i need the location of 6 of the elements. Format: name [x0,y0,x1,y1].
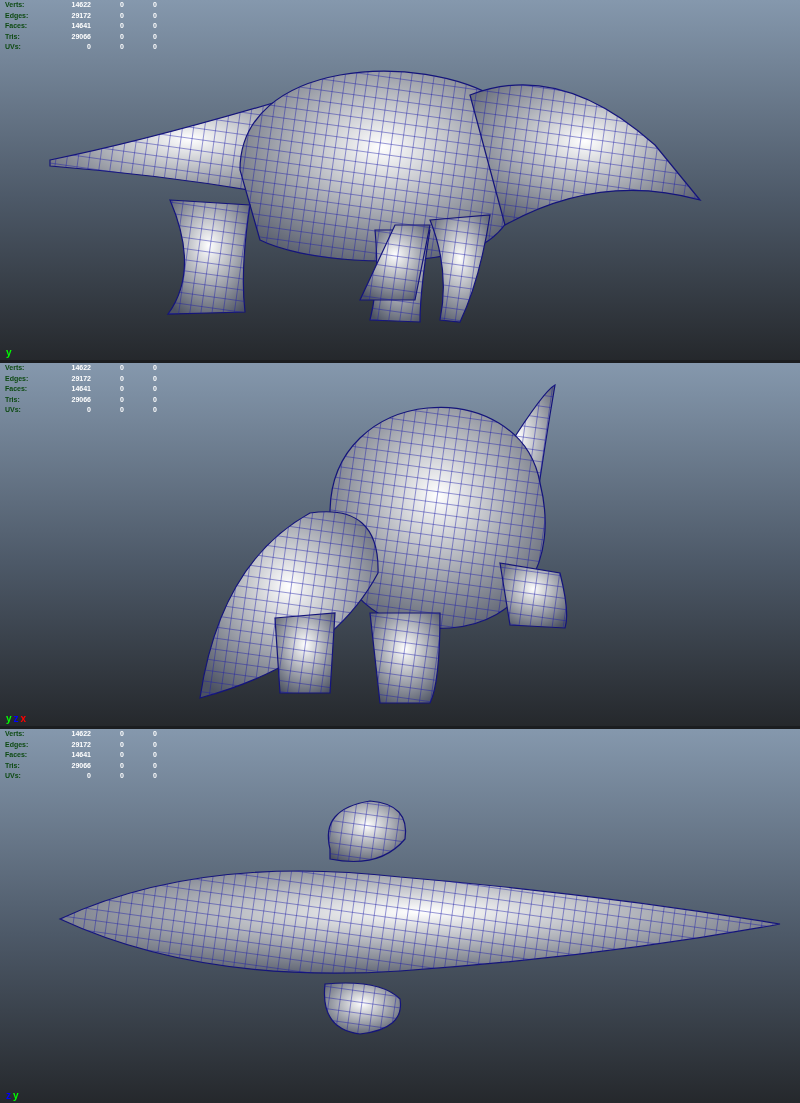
axis-label: y [6,714,12,724]
axis-label: z [6,1091,11,1101]
axis-label: y [6,348,12,358]
axis-label: z [13,714,19,724]
axis-label: x [20,714,27,724]
axis-label: y [13,1091,19,1101]
